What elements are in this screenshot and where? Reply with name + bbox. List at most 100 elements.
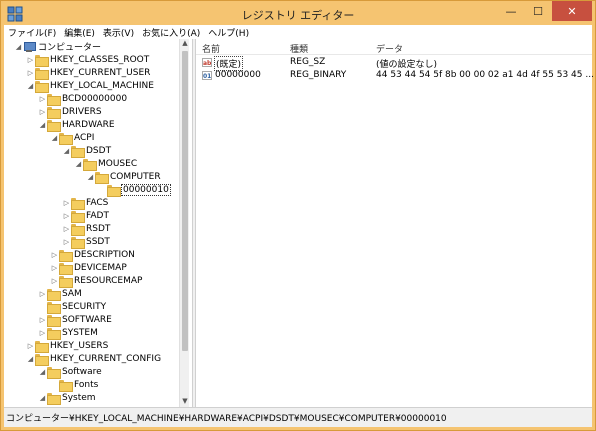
tree-item[interactable]: ◢ HARDWARE xyxy=(38,118,115,132)
tree-item[interactable]: ▷ DRIVERS xyxy=(38,105,102,119)
menu-edit[interactable]: 編集(E) xyxy=(64,26,95,39)
collapsed-arrow-icon[interactable]: ▷ xyxy=(50,251,59,259)
tree-item[interactable]: ◢ DSDT xyxy=(62,144,112,158)
expanded-arrow-icon[interactable]: ◢ xyxy=(62,147,71,155)
collapsed-arrow-icon[interactable]: ▷ xyxy=(38,95,47,103)
tree-item[interactable]: ◢ コンピューター xyxy=(14,40,101,53)
tree-item-label: HKEY_CURRENT_USER xyxy=(50,67,151,78)
tree-item-label: SECURITY xyxy=(62,301,107,312)
folder-icon xyxy=(47,392,61,405)
folder-icon xyxy=(59,379,73,392)
folder-icon xyxy=(59,132,73,145)
values-list-pane[interactable]: 名前 種類 データ ab (既定) REG_SZ (値の設定なし) 01 000… xyxy=(196,39,594,407)
folder-icon xyxy=(47,106,61,119)
expanded-arrow-icon[interactable]: ◢ xyxy=(86,173,95,181)
collapsed-arrow-icon[interactable]: ▷ xyxy=(26,342,35,350)
key-tree-pane[interactable]: ▲ ▼ ◢ コンピューター ▷ HKEY_CLASSES_ROOT ▷ HKEY_CURR… xyxy=(4,39,189,407)
tree-item[interactable]: ◢ MOUSEC xyxy=(74,157,138,171)
tree-item-label: HARDWARE xyxy=(62,119,115,130)
expanded-arrow-icon[interactable]: ◢ xyxy=(14,43,23,51)
tree-item-label: DSDT xyxy=(86,145,112,156)
expanded-arrow-icon[interactable]: ◢ xyxy=(26,355,35,363)
folder-icon xyxy=(59,249,73,262)
tree-item[interactable]: ▷ SOFTWARE xyxy=(38,313,112,327)
tree-item[interactable]: ◢ HKEY_LOCAL_MACHINE xyxy=(26,79,154,93)
title-bar[interactable]: レジストリ エディター — ☐ ✕ xyxy=(1,1,595,27)
tree-item[interactable]: ◢ Software xyxy=(38,365,102,379)
scroll-thumb[interactable] xyxy=(182,51,188,351)
collapsed-arrow-icon[interactable]: ▷ xyxy=(38,108,47,116)
tree-item[interactable]: SECURITY xyxy=(38,300,107,314)
tree-item-label: Fonts xyxy=(74,379,99,390)
value-row[interactable]: 01 00000000 REG_BINARY 44 53 44 54 5f 8b… xyxy=(196,70,594,82)
collapsed-arrow-icon[interactable]: ▷ xyxy=(50,264,59,272)
tree-item[interactable]: ▷ RSDT xyxy=(62,222,110,236)
tree-item[interactable]: ▷ FACS xyxy=(62,196,109,210)
expanded-arrow-icon[interactable]: ◢ xyxy=(50,134,59,142)
tree-scrollbar[interactable]: ▲ ▼ xyxy=(179,39,189,407)
maximize-button[interactable]: ☐ xyxy=(525,1,551,21)
tree-item[interactable]: ▷ BCD00000000 xyxy=(38,92,128,106)
expanded-arrow-icon[interactable]: ◢ xyxy=(38,394,47,402)
status-bar: コンピューター¥HKEY_LOCAL_MACHINE¥HARDWARE¥ACPI… xyxy=(4,407,592,427)
scroll-up-arrow-icon[interactable]: ▲ xyxy=(180,39,189,49)
tree-item-label: DRIVERS xyxy=(62,106,102,117)
tree-item-label: コンピューター xyxy=(38,43,102,53)
expanded-arrow-icon[interactable]: ◢ xyxy=(38,368,47,376)
value-data: (値の設定なし) xyxy=(376,60,438,70)
folder-icon xyxy=(95,171,109,184)
value-row[interactable]: ab (既定) REG_SZ (値の設定なし) xyxy=(196,56,592,71)
tree-item[interactable]: ▷ HKEY_CURRENT_USER xyxy=(26,66,151,80)
tree-item[interactable]: ◢ COMPUTER xyxy=(86,170,161,184)
folder-icon xyxy=(71,210,85,223)
collapsed-arrow-icon[interactable]: ▷ xyxy=(62,212,71,220)
expanded-arrow-icon[interactable]: ◢ xyxy=(74,160,83,168)
minimize-button[interactable]: — xyxy=(498,1,524,21)
close-button[interactable]: ✕ xyxy=(552,1,592,21)
collapsed-arrow-icon[interactable]: ▷ xyxy=(38,329,47,337)
folder-icon xyxy=(83,158,97,171)
tree-item[interactable]: ◢ System xyxy=(38,391,96,405)
folder-icon xyxy=(107,184,121,197)
folder-icon xyxy=(71,223,85,236)
tree-item[interactable]: ▷ RESOURCEMAP xyxy=(50,274,142,288)
column-header-data[interactable]: データ xyxy=(376,42,403,55)
collapsed-arrow-icon[interactable]: ▷ xyxy=(26,56,35,64)
menu-view[interactable]: 表示(V) xyxy=(103,26,134,39)
tree-item[interactable]: ▷ HKEY_USERS xyxy=(26,339,108,353)
collapsed-arrow-icon[interactable]: ▷ xyxy=(26,69,35,77)
tree-item[interactable]: ▷ FADT xyxy=(62,209,109,223)
tree-item[interactable]: ▷ HKEY_CLASSES_ROOT xyxy=(26,53,149,67)
folder-icon xyxy=(35,67,49,80)
expanded-arrow-icon[interactable]: ◢ xyxy=(38,121,47,129)
collapsed-arrow-icon[interactable]: ▷ xyxy=(62,225,71,233)
tree-item[interactable]: ▷ SAM xyxy=(38,287,82,301)
folder-icon xyxy=(59,262,73,275)
collapsed-arrow-icon[interactable]: ▷ xyxy=(50,277,59,285)
tree-item[interactable]: ▷ DESCRIPTION xyxy=(50,248,135,262)
tree-item-label: DESCRIPTION xyxy=(74,249,135,260)
column-header-name[interactable]: 名前 xyxy=(202,42,220,55)
menu-help[interactable]: ヘルプ(H) xyxy=(208,26,249,39)
tree-item[interactable]: ▷ DEVICEMAP xyxy=(50,261,127,275)
tree-item-label: MOUSEC xyxy=(98,158,138,169)
tree-item-label: FACS xyxy=(86,197,109,208)
column-header-type[interactable]: 種類 xyxy=(290,42,308,55)
collapsed-arrow-icon[interactable]: ▷ xyxy=(62,199,71,207)
menu-bar: ファイル(F) 編集(E) 表示(V) お気に入り(A) ヘルプ(H) xyxy=(4,25,592,39)
tree-item[interactable]: 00000010 xyxy=(98,183,171,197)
menu-file[interactable]: ファイル(F) xyxy=(8,26,56,39)
tree-item-label: ACPI xyxy=(74,132,95,143)
collapsed-arrow-icon[interactable]: ▷ xyxy=(38,290,47,298)
menu-favorites[interactable]: お気に入り(A) xyxy=(142,26,200,39)
collapsed-arrow-icon[interactable]: ▷ xyxy=(38,316,47,324)
tree-item[interactable]: ◢ ACPI xyxy=(50,131,95,145)
tree-item[interactable]: ◢ HKEY_CURRENT_CONFIG xyxy=(26,352,161,366)
tree-item[interactable]: Fonts xyxy=(50,378,99,392)
expanded-arrow-icon[interactable]: ◢ xyxy=(26,82,35,90)
tree-item[interactable]: ▷ SSDT xyxy=(62,235,110,249)
tree-item[interactable]: ▷ SYSTEM xyxy=(38,326,98,340)
scroll-down-arrow-icon[interactable]: ▼ xyxy=(180,397,189,407)
collapsed-arrow-icon[interactable]: ▷ xyxy=(62,238,71,246)
tree-item-label: BCD00000000 xyxy=(62,93,128,104)
